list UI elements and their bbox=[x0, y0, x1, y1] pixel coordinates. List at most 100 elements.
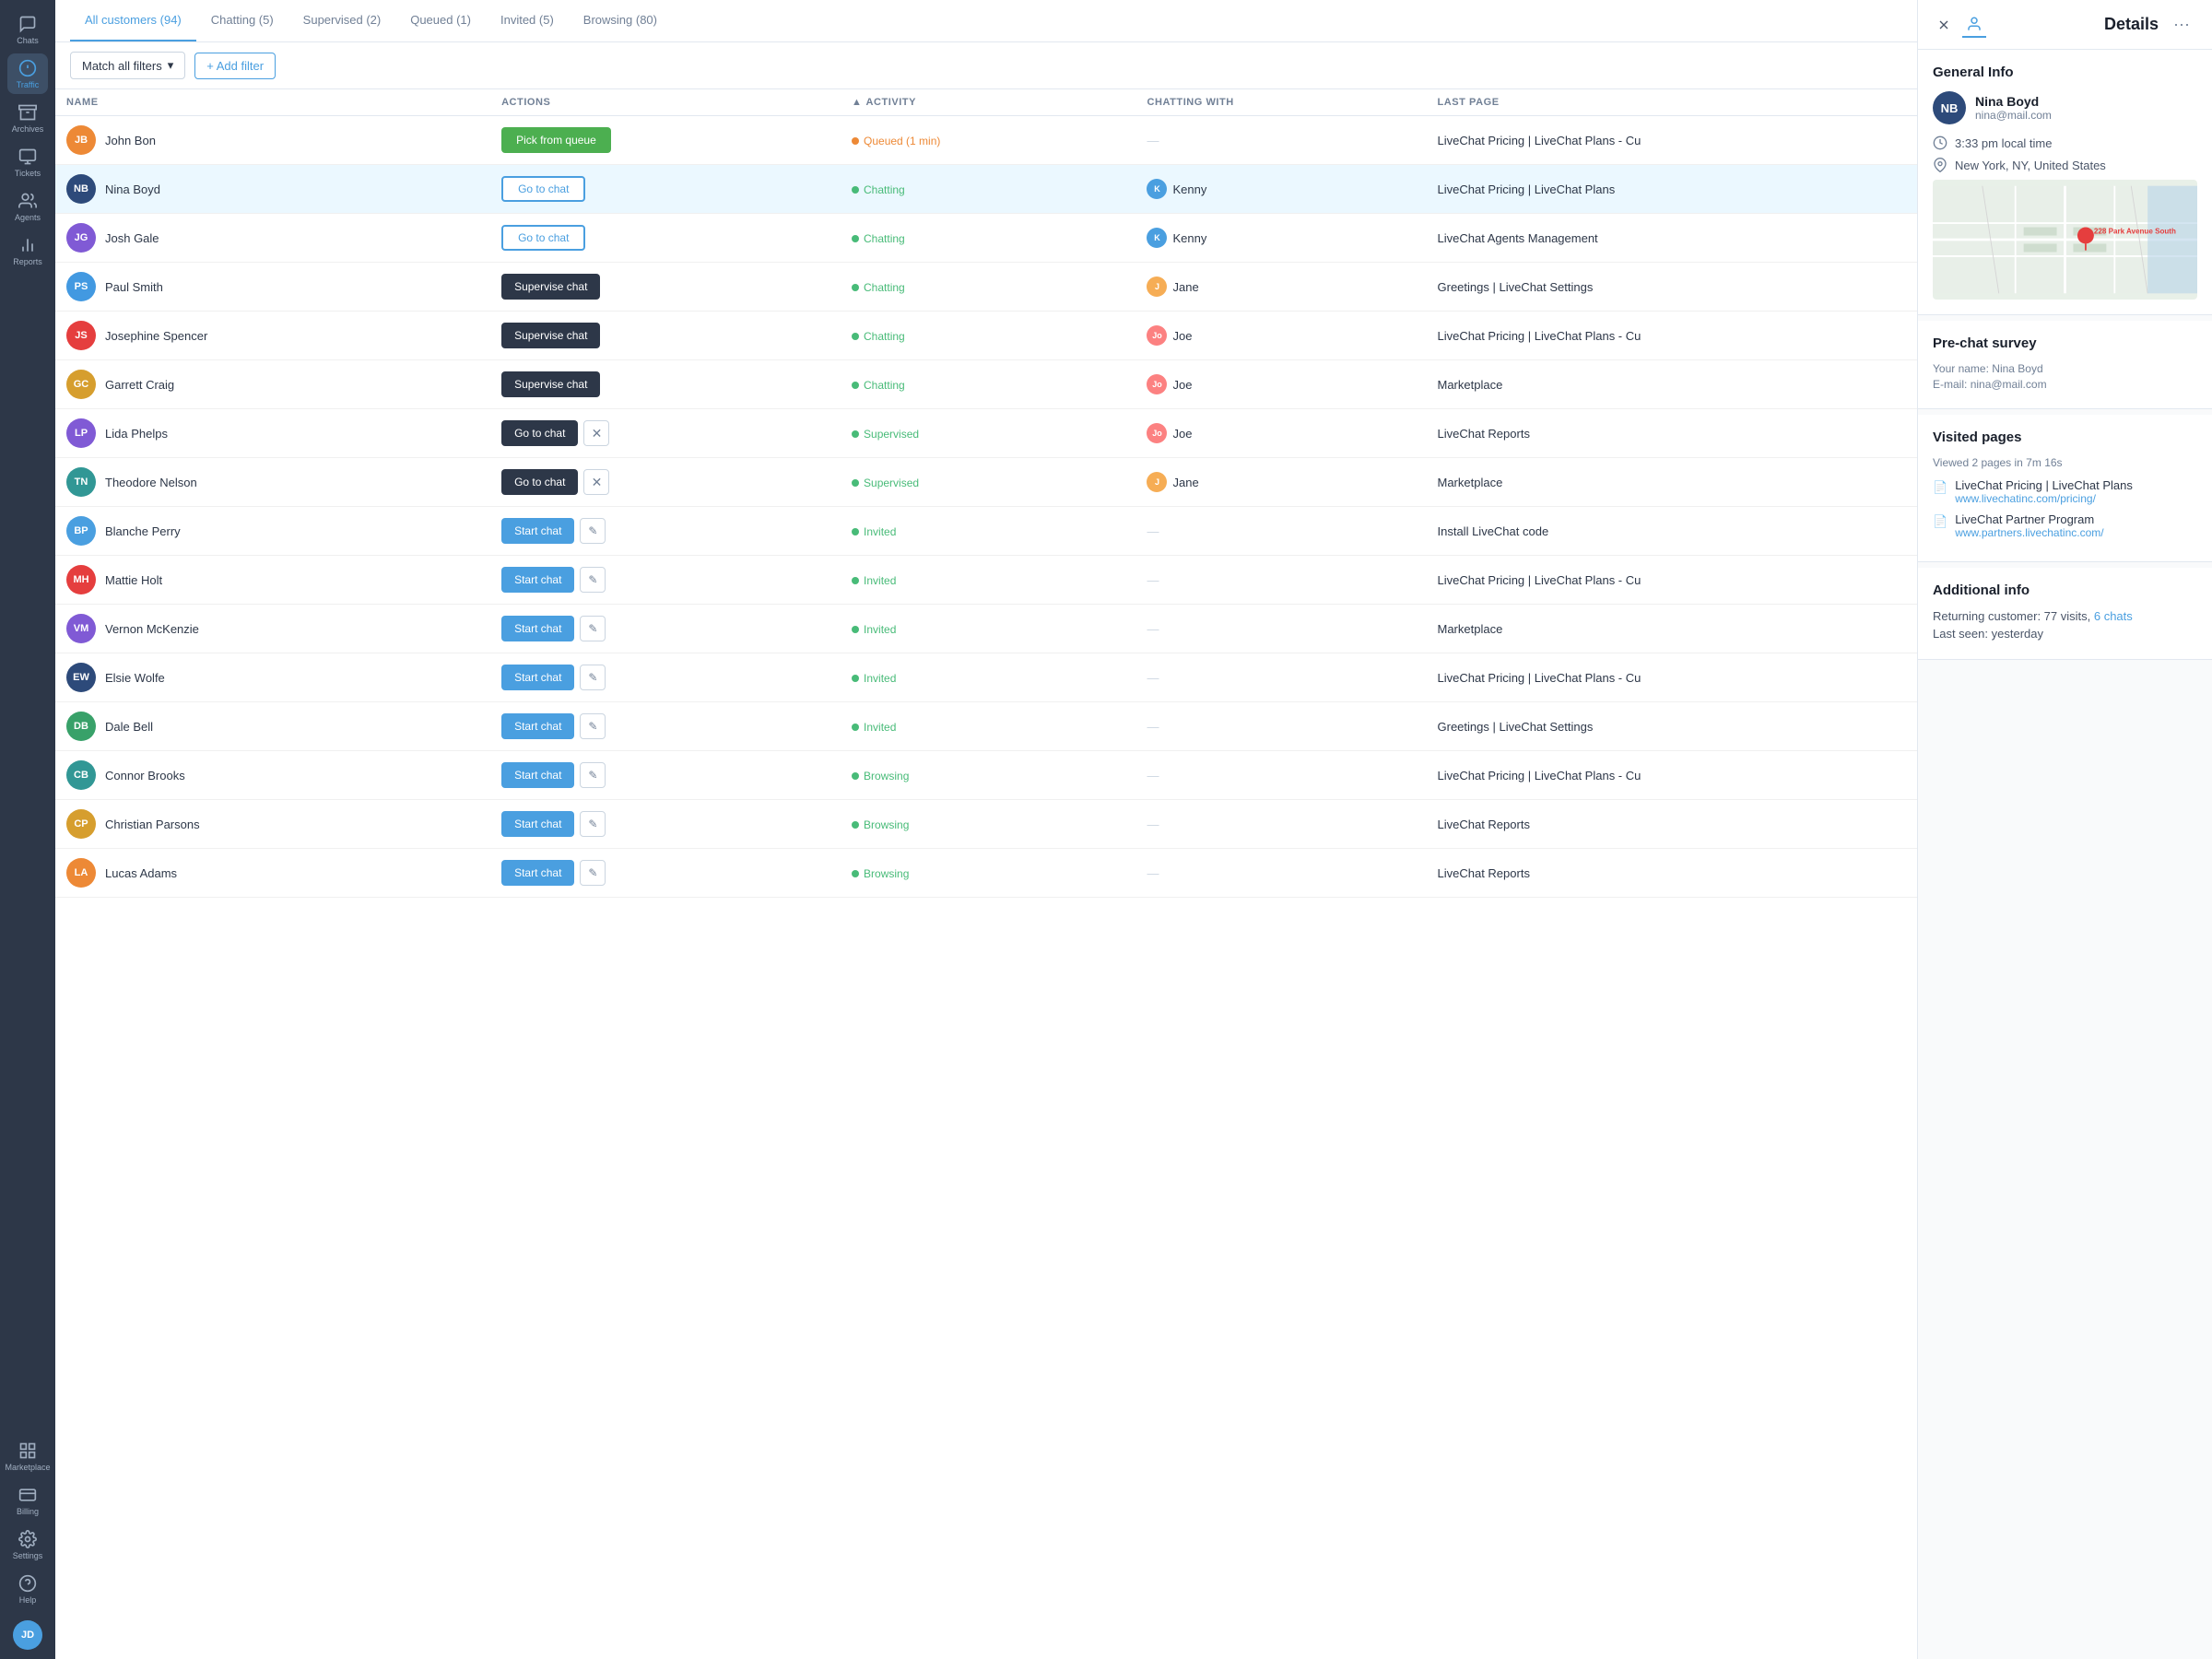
name-cell: CB Connor Brooks bbox=[66, 760, 479, 790]
sidebar-item-tickets[interactable]: Tickets bbox=[7, 142, 48, 182]
start-chat-button[interactable]: Start chat bbox=[501, 762, 574, 788]
general-info-section: General Info NB Nina Boyd nina@mail.com … bbox=[1918, 50, 2212, 315]
table-row: JG Josh Gale Go to chat Chatting K Kenny… bbox=[55, 214, 1917, 263]
actions-cell: Start chat✎ bbox=[501, 860, 830, 886]
edit-invite-button[interactable]: ✎ bbox=[580, 811, 606, 837]
row-avatar: CP bbox=[66, 809, 96, 839]
visited-pages-section: Visited pages Viewed 2 pages in 7m 16s 📄… bbox=[1918, 415, 2212, 562]
row-name: Josephine Spencer bbox=[105, 329, 207, 343]
edit-invite-button[interactable]: ✎ bbox=[580, 616, 606, 641]
no-agent: — bbox=[1147, 769, 1159, 782]
panel-top-actions bbox=[1933, 12, 1986, 38]
panel-title: Details bbox=[2104, 15, 2159, 34]
visited-pages-title: Visited pages bbox=[1933, 429, 2197, 445]
contact-info: NB Nina Boyd nina@mail.com bbox=[1933, 91, 2197, 124]
sidebar-item-marketplace[interactable]: Marketplace bbox=[7, 1436, 48, 1477]
go-to-chat-button[interactable]: Go to chat bbox=[501, 225, 585, 251]
supervise-chat-button[interactable]: Supervise chat bbox=[501, 323, 600, 348]
name-cell: JB John Bon bbox=[66, 125, 479, 155]
start-chat-button[interactable]: Start chat bbox=[501, 616, 574, 641]
sidebar-item-archives[interactable]: Archives bbox=[7, 98, 48, 138]
status-dot-icon bbox=[852, 772, 859, 780]
match-all-filters-dropdown[interactable]: Match all filters ▾ bbox=[70, 52, 185, 79]
row-name: Vernon McKenzie bbox=[105, 622, 199, 636]
pick-from-queue-button[interactable]: Pick from queue bbox=[501, 127, 611, 153]
close-supervised-button[interactable]: ✕ bbox=[583, 469, 609, 495]
start-chat-button[interactable]: Start chat bbox=[501, 860, 574, 886]
row-avatar: EW bbox=[66, 663, 96, 692]
sidebar-item-help[interactable]: Help bbox=[7, 1569, 48, 1609]
supervise-chat-button[interactable]: Supervise chat bbox=[501, 371, 600, 397]
status-label: Supervised bbox=[864, 428, 919, 441]
edit-invite-button[interactable]: ✎ bbox=[580, 762, 606, 788]
filter-bar: Match all filters ▾ + Add filter bbox=[55, 42, 1917, 89]
agent-cell: J Jane bbox=[1147, 472, 1415, 492]
close-supervised-button[interactable]: ✕ bbox=[583, 420, 609, 446]
status-dot-icon bbox=[852, 430, 859, 438]
sidebar-item-chats[interactable]: Chats bbox=[7, 9, 48, 50]
sidebar-item-settings[interactable]: Settings bbox=[7, 1524, 48, 1565]
edit-invite-button[interactable]: ✎ bbox=[580, 518, 606, 544]
name-cell: JG Josh Gale bbox=[66, 223, 479, 253]
last-page-cell: Greetings | LiveChat Settings bbox=[1427, 263, 1918, 312]
chats-link[interactable]: 6 chats bbox=[2094, 609, 2133, 623]
page-2-title: LiveChat Partner Program bbox=[1955, 512, 2103, 526]
row-name: Paul Smith bbox=[105, 280, 163, 294]
status-dot-icon bbox=[852, 675, 859, 682]
supervise-chat-button[interactable]: Supervise chat bbox=[501, 274, 600, 300]
start-chat-button[interactable]: Start chat bbox=[501, 518, 574, 544]
panel-more-options[interactable]: ··· bbox=[2166, 11, 2197, 38]
edit-invite-button[interactable]: ✎ bbox=[580, 860, 606, 886]
no-agent: — bbox=[1147, 720, 1159, 734]
agent-avatar: K bbox=[1147, 179, 1167, 199]
close-panel-button[interactable] bbox=[1933, 14, 1955, 36]
edit-invite-button[interactable]: ✎ bbox=[580, 713, 606, 739]
returning-customer-row: Returning customer: 77 visits, 6 chats bbox=[1933, 609, 2197, 623]
name-cell: JS Josephine Spencer bbox=[66, 321, 479, 350]
status-badge: Chatting bbox=[852, 281, 905, 294]
edit-invite-button[interactable]: ✎ bbox=[580, 567, 606, 593]
status-label: Chatting bbox=[864, 379, 905, 392]
actions-cell: Start chat✎ bbox=[501, 665, 830, 690]
tab-queued[interactable]: Queued (1) bbox=[395, 0, 486, 41]
start-chat-button[interactable]: Start chat bbox=[501, 567, 574, 593]
page-2-url[interactable]: www.partners.livechatinc.com/ bbox=[1955, 526, 2103, 539]
name-cell: MH Mattie Holt bbox=[66, 565, 479, 594]
table-row: MH Mattie Holt Start chat✎ Invited —Live… bbox=[55, 556, 1917, 605]
avatar[interactable]: JD bbox=[13, 1620, 42, 1650]
go-to-chat-button[interactable]: Go to chat bbox=[501, 176, 585, 202]
survey-email-label: E-mail: nina@mail.com bbox=[1933, 378, 2197, 391]
add-filter-button[interactable]: + Add filter bbox=[194, 53, 276, 79]
actions-cell: Go to chat✕ bbox=[501, 469, 830, 495]
go-to-chat-button[interactable]: Go to chat bbox=[501, 469, 578, 495]
table-row: PS Paul Smith Supervise chat Chatting J … bbox=[55, 263, 1917, 312]
last-page-cell: LiveChat Reports bbox=[1427, 409, 1918, 458]
sidebar-item-traffic[interactable]: Traffic bbox=[7, 53, 48, 94]
sidebar-item-billing[interactable]: Billing bbox=[7, 1480, 48, 1521]
start-chat-button[interactable]: Start chat bbox=[501, 665, 574, 690]
page-1-url[interactable]: www.livechatinc.com/pricing/ bbox=[1955, 492, 2133, 505]
tab-all-customers[interactable]: All customers (94) bbox=[70, 0, 196, 41]
contact-avatar: NB bbox=[1933, 91, 1966, 124]
last-page-cell: Marketplace bbox=[1427, 360, 1918, 409]
tab-browsing[interactable]: Browsing (80) bbox=[569, 0, 672, 41]
edit-invite-button[interactable]: ✎ bbox=[580, 665, 606, 690]
tab-supervised[interactable]: Supervised (2) bbox=[288, 0, 396, 41]
last-page-cell: LiveChat Agents Management bbox=[1427, 214, 1918, 263]
sidebar-item-agents[interactable]: Agents bbox=[7, 186, 48, 227]
user-profile-button[interactable] bbox=[1962, 12, 1986, 38]
status-badge: Chatting bbox=[852, 232, 905, 245]
tab-invited[interactable]: Invited (5) bbox=[486, 0, 569, 41]
sidebar-item-reports[interactable]: Reports bbox=[7, 230, 48, 271]
start-chat-button[interactable]: Start chat bbox=[501, 713, 574, 739]
start-chat-button[interactable]: Start chat bbox=[501, 811, 574, 837]
actions-cell: Start chat✎ bbox=[501, 811, 830, 837]
agent-cell: Jo Joe bbox=[1147, 423, 1415, 443]
row-name: Blanche Perry bbox=[105, 524, 181, 538]
go-to-chat-button[interactable]: Go to chat bbox=[501, 420, 578, 446]
tab-chatting[interactable]: Chatting (5) bbox=[196, 0, 288, 41]
status-dot-icon bbox=[852, 186, 859, 194]
agent-cell: K Kenny bbox=[1147, 228, 1415, 248]
status-label: Invited bbox=[864, 574, 896, 587]
table-row: EW Elsie Wolfe Start chat✎ Invited —Live… bbox=[55, 653, 1917, 702]
